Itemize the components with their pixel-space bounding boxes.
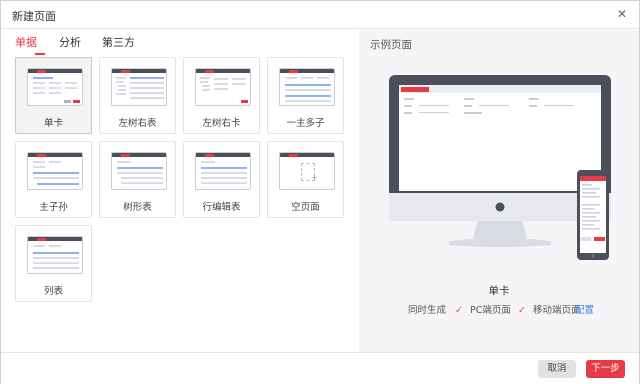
- template-label: 列表: [43, 286, 63, 297]
- tab-analysis[interactable]: 分析: [59, 34, 81, 50]
- template-label: 树形表: [123, 202, 152, 213]
- template-label: 行编辑表: [202, 202, 241, 213]
- dialog-footer: 取消 下一步: [1, 352, 639, 384]
- pc-page-label: PC端页面: [470, 305, 511, 316]
- mobile-page-label: 移动端页面: [533, 305, 581, 316]
- dialog-header: 新建页面 ✕: [1, 1, 639, 29]
- check-icon: ✓: [455, 305, 463, 316]
- master-child-grandchild-thumbnail: [27, 152, 83, 190]
- template-label: 空页面: [291, 202, 320, 213]
- active-tab-indicator: [35, 53, 45, 55]
- tab-documents[interactable]: 单据: [15, 34, 37, 50]
- tree-table-thumbnail: [111, 68, 167, 106]
- blank-page-thumbnail: +: [279, 152, 335, 190]
- next-step-button[interactable]: 下一步: [586, 360, 625, 378]
- cancel-button[interactable]: 取消: [538, 360, 576, 378]
- mobile-page-checkbox[interactable]: ✓ 移动端页面: [518, 302, 581, 316]
- check-icon: ✓: [518, 305, 526, 316]
- pc-page-checkbox[interactable]: ✓ PC端页面: [455, 302, 511, 316]
- preview-heading: 示例页面: [370, 39, 412, 51]
- generate-label: 同时生成: [408, 305, 447, 316]
- template-card-master-detail[interactable]: 一主多子: [267, 57, 344, 134]
- device-preview-illustration: [389, 75, 611, 260]
- list-thumbnail: [27, 236, 83, 274]
- template-card-blank-page[interactable]: + 空页面: [267, 141, 344, 218]
- dialog-title: 新建页面: [12, 10, 56, 23]
- tree-card-thumbnail: [195, 68, 251, 106]
- template-label: 左树右卡: [202, 118, 241, 129]
- template-label: 主子孙: [39, 202, 68, 213]
- template-card-list[interactable]: 列表: [15, 225, 92, 302]
- single-card-thumbnail: [27, 68, 83, 106]
- preview-panel: 示例页面 单卡 同时生成 ✓ PC端页面 ✓ 移动端页面 配置: [359, 30, 639, 352]
- template-label: 左树右表: [118, 118, 157, 129]
- template-label: 一主多子: [286, 118, 325, 129]
- master-detail-thumbnail: [279, 68, 335, 106]
- config-link[interactable]: 配置: [575, 302, 594, 316]
- template-card-tree-grid[interactable]: 树形表: [99, 141, 176, 218]
- template-card-master-child-grandchild[interactable]: 主子孙: [15, 141, 92, 218]
- tab-third-party[interactable]: 第三方: [102, 34, 135, 50]
- template-label: 单卡: [43, 118, 63, 129]
- template-card-tree-card[interactable]: 左树右卡: [183, 57, 260, 134]
- close-icon[interactable]: ✕: [615, 7, 629, 21]
- row-edit-table-thumbnail: [195, 152, 251, 190]
- template-card-tree-table[interactable]: 左树右表: [99, 57, 176, 134]
- tree-grid-thumbnail: [111, 152, 167, 190]
- template-panel: 单据 分析 第三方 单卡 左树右表 左树右卡 一主多子 主子孙 树形表 行编辑表…: [1, 30, 359, 352]
- new-page-dialog: 新建页面 ✕ 单据 分析 第三方 单卡 左树右表 左树右卡 一主多子 主子孙 树…: [0, 0, 640, 384]
- template-card-single-card[interactable]: 单卡: [15, 57, 92, 134]
- preview-page-name: 单卡: [488, 285, 510, 297]
- template-card-row-edit-table[interactable]: 行编辑表: [183, 141, 260, 218]
